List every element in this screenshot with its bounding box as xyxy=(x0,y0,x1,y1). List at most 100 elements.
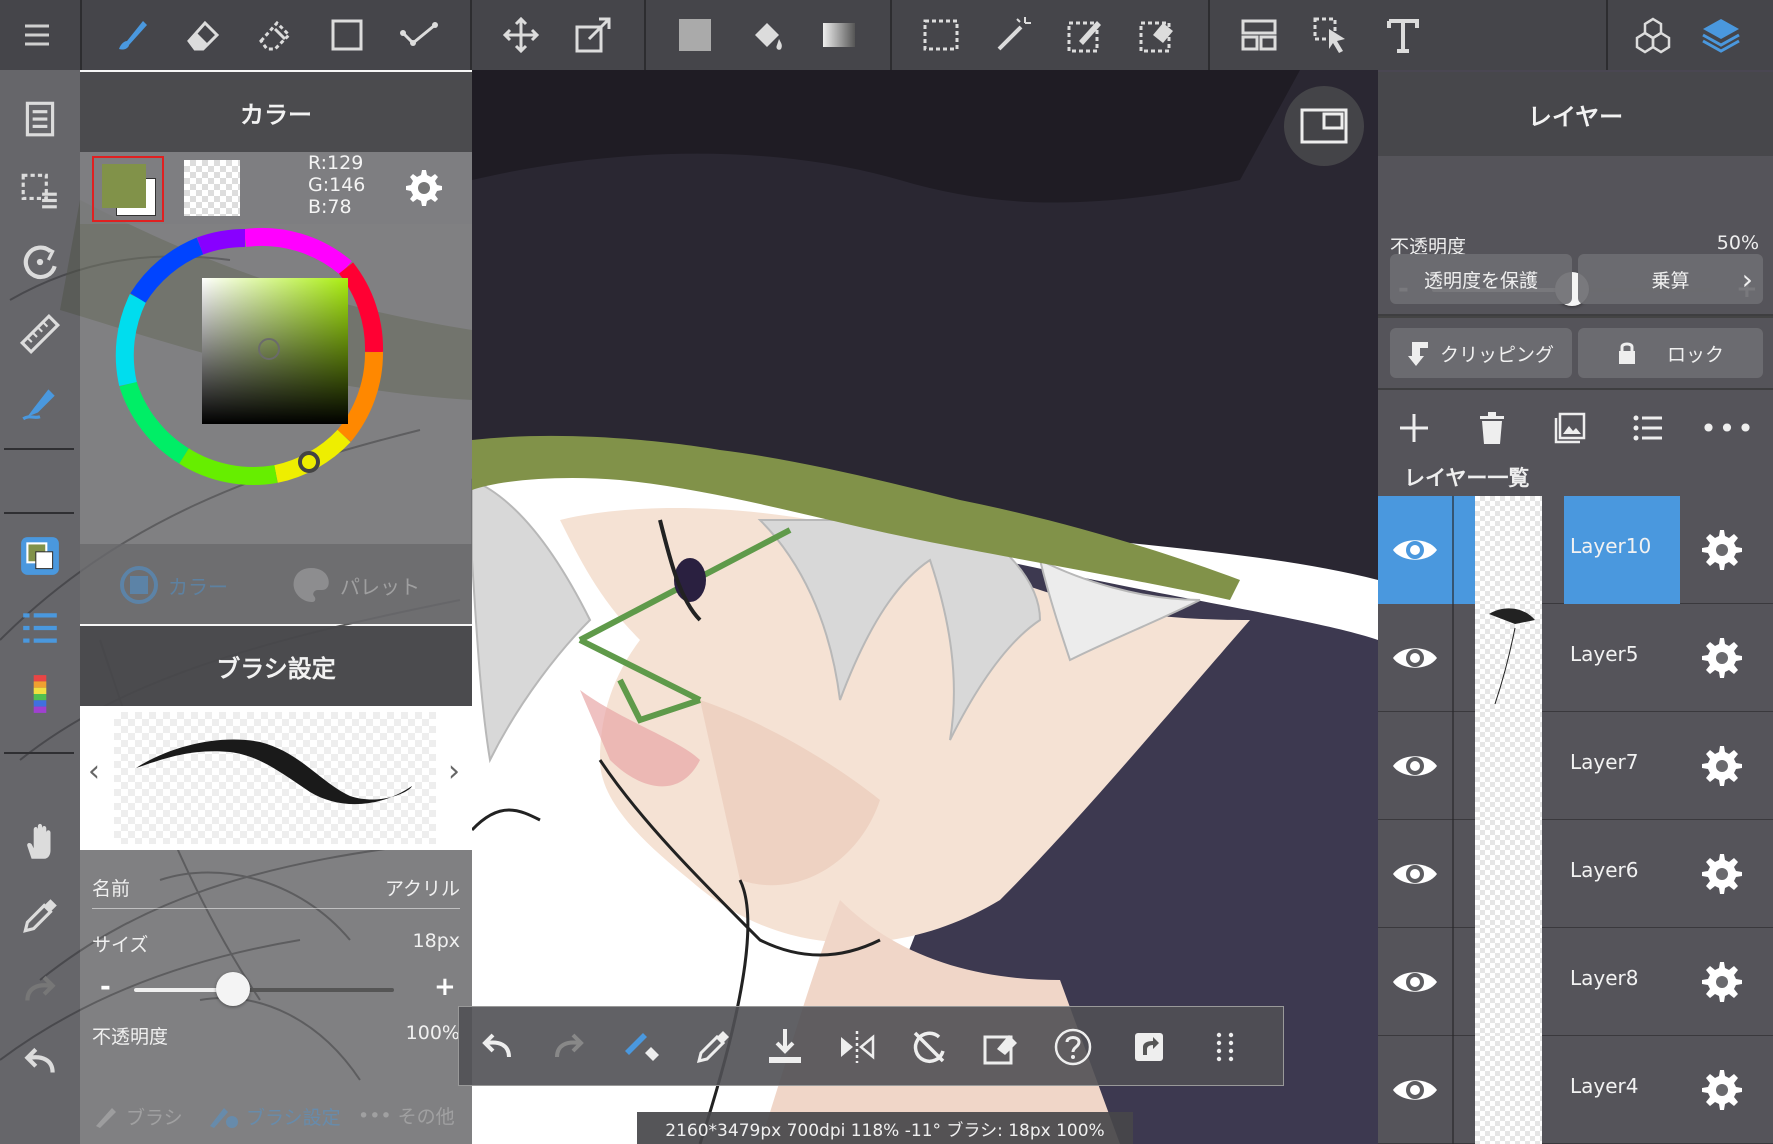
share-icon[interactable] xyxy=(1123,1021,1175,1073)
tab-color-label: カラー xyxy=(168,574,228,599)
previous-brush-chevron-icon[interactable]: ‹ xyxy=(88,754,100,789)
layer-row[interactable]: Layer4 xyxy=(1378,1036,1773,1144)
brush-list-icon[interactable] xyxy=(10,600,70,656)
layer-settings-gear-icon[interactable] xyxy=(1700,852,1744,896)
gradient-icon[interactable] xyxy=(812,8,866,62)
layer-settings-gear-icon[interactable] xyxy=(1700,960,1744,1004)
undo-icon[interactable] xyxy=(10,1034,70,1090)
select-eraser-icon[interactable] xyxy=(1130,8,1184,62)
layer-list-title: レイヤー一覧 xyxy=(1404,466,1530,490)
left-toolbar xyxy=(0,70,80,1144)
blur-icon[interactable] xyxy=(248,8,302,62)
document-icon[interactable] xyxy=(10,90,70,146)
tab-color[interactable]: カラー xyxy=(118,564,228,606)
undo-icon[interactable] xyxy=(471,1021,523,1073)
layer-settings-gear-icon[interactable] xyxy=(1700,744,1744,788)
tab-brush-settings[interactable]: ブラシ設定 xyxy=(208,1102,341,1130)
fill-color-icon[interactable] xyxy=(668,8,722,62)
add-layer-icon[interactable] xyxy=(1394,408,1434,448)
select-pen-icon[interactable] xyxy=(1058,8,1112,62)
next-brush-chevron-icon[interactable]: › xyxy=(448,754,460,789)
color-wheel-icon xyxy=(120,566,158,604)
brush-name-value: アクリル xyxy=(384,878,460,900)
visibility-eye-icon[interactable] xyxy=(1378,712,1452,820)
stabilizer-icon[interactable] xyxy=(10,374,70,430)
tab-other[interactable]: ••• その他 xyxy=(358,1102,455,1129)
operation-icon[interactable] xyxy=(1304,8,1358,62)
dot-icon[interactable] xyxy=(392,8,446,62)
layer-row[interactable]: Layer6 xyxy=(1378,820,1773,928)
hand-icon[interactable] xyxy=(10,814,70,870)
layer-thumbnail xyxy=(1475,820,1542,928)
brush-icon[interactable] xyxy=(104,8,158,62)
selection-list-icon[interactable] xyxy=(10,162,70,218)
layer-image-icon[interactable] xyxy=(1550,408,1590,448)
menu-icon[interactable] xyxy=(10,8,64,62)
layer-settings-gear-icon[interactable] xyxy=(1700,1068,1744,1112)
brush-size-label: サイズ xyxy=(92,934,149,956)
save-download-icon[interactable] xyxy=(759,1021,811,1073)
transform-icon[interactable] xyxy=(566,8,620,62)
more-dots-icon: ••• xyxy=(358,1104,392,1127)
layer-settings-gear-icon[interactable] xyxy=(1700,636,1744,680)
ruler-icon[interactable] xyxy=(10,306,70,362)
grid-dots-icon[interactable] xyxy=(1199,1021,1251,1073)
brush-opacity-row: 不透明度 100% xyxy=(92,1022,460,1049)
materials-icon[interactable] xyxy=(1626,8,1680,62)
color-wheel-area[interactable] xyxy=(80,224,472,542)
text-icon[interactable] xyxy=(1376,8,1430,62)
select-eraser-icon[interactable] xyxy=(975,1021,1027,1073)
help-icon[interactable] xyxy=(1047,1021,1099,1073)
brush-size-plus[interactable]: + xyxy=(434,972,456,1002)
bucket-icon[interactable] xyxy=(740,8,794,62)
redo-icon[interactable] xyxy=(10,962,70,1018)
layer-name: Layer8 xyxy=(1570,966,1639,990)
layer-row[interactable]: Layer10 xyxy=(1378,496,1773,604)
palette-bar-icon[interactable] xyxy=(10,666,70,722)
brush-size-minus[interactable]: - xyxy=(100,972,111,1002)
shape-icon[interactable] xyxy=(320,8,374,62)
layers-icon[interactable] xyxy=(1694,8,1748,62)
color-panel-toggle[interactable] xyxy=(10,528,70,584)
visibility-eye-icon[interactable] xyxy=(1378,928,1452,1036)
frame-divider-icon[interactable] xyxy=(1232,8,1286,62)
tab-palette[interactable]: パレット xyxy=(290,564,420,606)
navigator-toggle-button[interactable] xyxy=(1284,86,1364,166)
eyedropper-icon[interactable] xyxy=(687,1021,739,1073)
lock-button[interactable]: ロック xyxy=(1578,328,1763,378)
tab-brush[interactable]: ブラシ xyxy=(92,1102,183,1130)
visibility-eye-icon[interactable] xyxy=(1378,820,1452,928)
flip-horizontal-icon[interactable] xyxy=(831,1021,883,1073)
move-icon[interactable] xyxy=(494,8,548,62)
delete-layer-icon[interactable] xyxy=(1472,408,1512,448)
visibility-eye-icon[interactable] xyxy=(1378,496,1452,604)
visibility-eye-icon[interactable] xyxy=(1378,1036,1452,1144)
protect-alpha-button[interactable]: 透明度を保護 xyxy=(1390,254,1572,304)
brush-size-slider[interactable] xyxy=(134,972,394,1008)
reset-rotation-icon[interactable] xyxy=(903,1021,955,1073)
brush-name-row[interactable]: 名前 アクリル xyxy=(92,874,460,901)
redo-icon[interactable] xyxy=(543,1021,595,1073)
layer-row[interactable]: Layer5 xyxy=(1378,604,1773,712)
more-options-icon[interactable]: ••• xyxy=(1700,408,1754,448)
transparent-swatch[interactable] xyxy=(184,160,240,216)
foreground-color-selector[interactable] xyxy=(92,156,164,222)
layer-name: Layer5 xyxy=(1570,642,1639,666)
visibility-eye-icon[interactable] xyxy=(1378,604,1452,712)
eraser-icon[interactable] xyxy=(176,8,230,62)
saturation-value-square[interactable] xyxy=(202,278,348,424)
layer-row[interactable]: Layer8 xyxy=(1378,928,1773,1036)
select-rect-icon[interactable] xyxy=(914,8,968,62)
rotate-icon[interactable] xyxy=(10,234,70,290)
eyedropper-icon[interactable] xyxy=(10,888,70,944)
layer-actions: ••• xyxy=(1378,398,1773,458)
layer-settings-gear-icon[interactable] xyxy=(1700,528,1744,572)
color-settings-gear-icon[interactable] xyxy=(400,166,444,210)
clipping-button[interactable]: クリッピング xyxy=(1390,328,1572,378)
layer-list-icon[interactable] xyxy=(1628,408,1668,448)
layer-row[interactable]: Layer7 xyxy=(1378,712,1773,820)
magic-wand-icon[interactable] xyxy=(986,8,1040,62)
brush-eraser-toggle-icon[interactable] xyxy=(615,1021,667,1073)
blend-mode-button[interactable]: 乗算 › xyxy=(1578,254,1763,304)
brush-size-value: 18px xyxy=(412,930,460,952)
